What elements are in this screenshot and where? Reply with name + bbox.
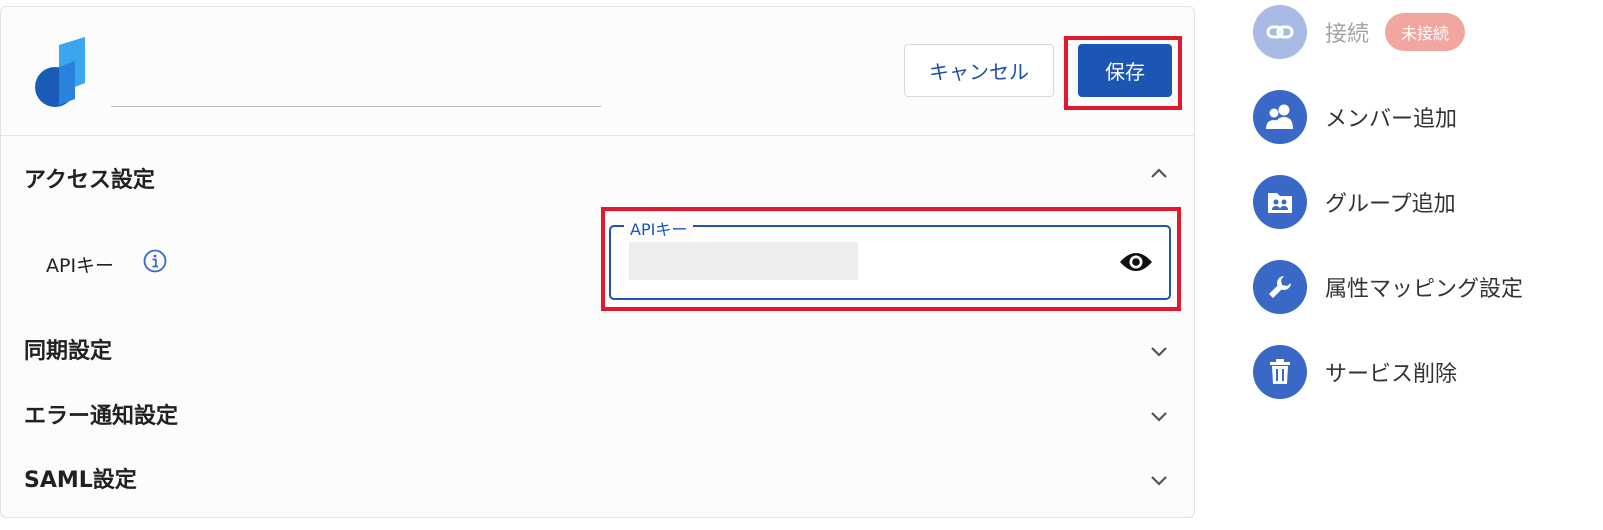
service-settings-panel: キャンセル 保存 アクセス設定 APIキー APIキー 同期設定 エラー通知設定… <box>0 6 1195 518</box>
chevron-down-icon[interactable] <box>1147 404 1171 428</box>
section-title-access[interactable]: アクセス設定 <box>24 162 155 194</box>
save-button[interactable]: 保存 <box>1078 44 1172 97</box>
side-item-delete-service[interactable]: サービス削除 <box>1253 345 1457 399</box>
status-badge: 未接続 <box>1385 13 1466 51</box>
info-icon[interactable] <box>143 249 167 273</box>
service-name-input[interactable] <box>111 31 601 107</box>
chevron-down-icon[interactable] <box>1147 339 1171 363</box>
wrench-icon <box>1253 260 1307 314</box>
api-key-label: APIキー <box>46 255 115 277</box>
section-title-sync[interactable]: 同期設定 <box>24 333 112 365</box>
section-title-error-notify[interactable]: エラー通知設定 <box>24 398 178 430</box>
section-title-saml[interactable]: SAML設定 <box>24 462 137 494</box>
group-folder-icon <box>1253 175 1307 229</box>
link-icon <box>1253 5 1307 59</box>
people-icon <box>1253 90 1307 144</box>
side-item-connect-label: 接続 <box>1325 22 1370 47</box>
side-item-add-group-label: グループ追加 <box>1325 192 1456 217</box>
side-item-connect[interactable]: 接続 未接続 <box>1253 5 1466 59</box>
eye-icon[interactable] <box>1118 248 1154 276</box>
side-item-add-member-label: メンバー追加 <box>1325 107 1458 132</box>
side-item-delete-service-label: サービス削除 <box>1325 362 1458 387</box>
trash-icon <box>1253 345 1307 399</box>
side-item-attr-mapping[interactable]: 属性マッピング設定 <box>1253 260 1523 314</box>
api-key-input[interactable] <box>629 242 858 280</box>
side-item-add-member[interactable]: メンバー追加 <box>1253 90 1457 144</box>
panel-header: キャンセル 保存 <box>1 7 1194 136</box>
chevron-down-icon[interactable] <box>1147 468 1171 492</box>
service-logo-icon <box>35 37 85 107</box>
side-item-attr-mapping-label: 属性マッピング設定 <box>1325 277 1524 302</box>
side-item-add-group[interactable]: グループ追加 <box>1253 175 1456 229</box>
chevron-up-icon[interactable] <box>1147 162 1171 186</box>
cancel-button[interactable]: キャンセル <box>904 44 1054 97</box>
api-key-field-label: APIキー <box>624 216 694 240</box>
